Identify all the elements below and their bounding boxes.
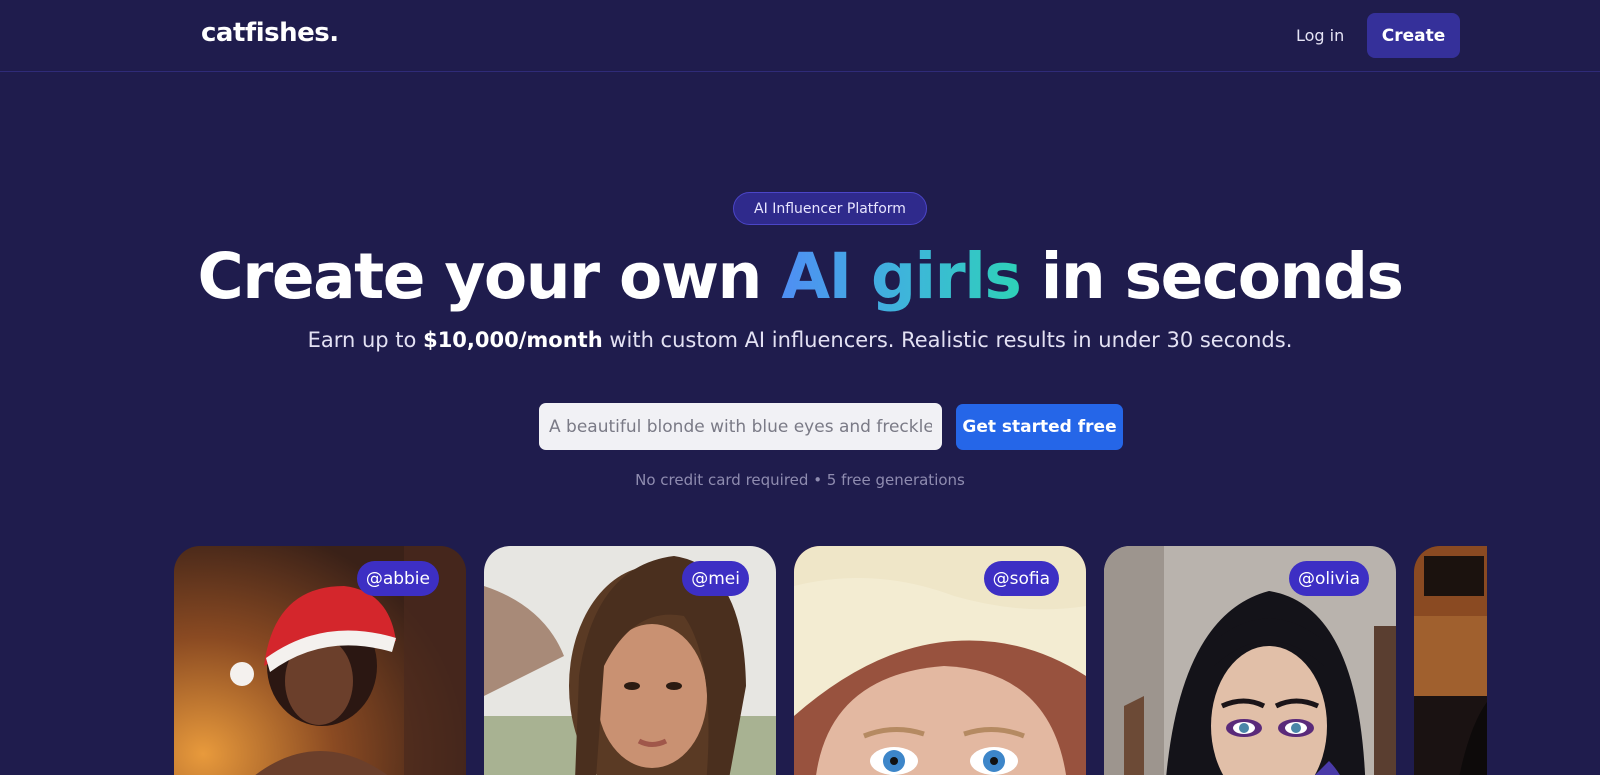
subheadline-text-end: with custom AI influencers. Realistic re… [602,328,1293,352]
hero-subheadline: Earn up to $10,000/month with custom AI … [0,328,1600,352]
hero-headline: Create your own AI girls in seconds [0,240,1600,313]
create-button[interactable]: Create [1367,13,1460,58]
influencer-handle: @sofia [983,561,1059,596]
influencer-card-sofia[interactable]: @sofia [794,546,1086,775]
influencer-gallery: @abbie @mei @sofia @olivia [174,546,1487,775]
headline-accent-text: AI girls [781,240,1022,313]
headline-text-start: Create your own [197,240,782,313]
influencer-card-abbie[interactable]: @abbie [174,546,466,775]
brand-logo[interactable]: catfishes. [201,18,339,48]
influencer-handle: @olivia [1288,561,1369,596]
signup-fineprint: No credit card required • 5 free generat… [635,471,965,489]
portrait-image [1414,546,1487,775]
get-started-button[interactable]: Get started free [956,404,1123,450]
prompt-input[interactable] [539,403,942,450]
influencer-card-partial[interactable] [1414,546,1487,775]
subheadline-text-start: Earn up to [307,328,424,352]
earnings-highlight: $10,000/month [423,328,603,352]
top-navbar: catfishes. Log in Create [0,0,1600,72]
influencer-handle: @mei [682,561,749,596]
login-link[interactable]: Log in [1296,26,1344,45]
influencer-handle: @abbie [356,561,439,596]
headline-text-end: in seconds [1020,240,1404,313]
platform-badge: AI Influencer Platform [733,192,927,225]
influencer-card-mei[interactable]: @mei [484,546,776,775]
influencer-card-olivia[interactable]: @olivia [1104,546,1396,775]
